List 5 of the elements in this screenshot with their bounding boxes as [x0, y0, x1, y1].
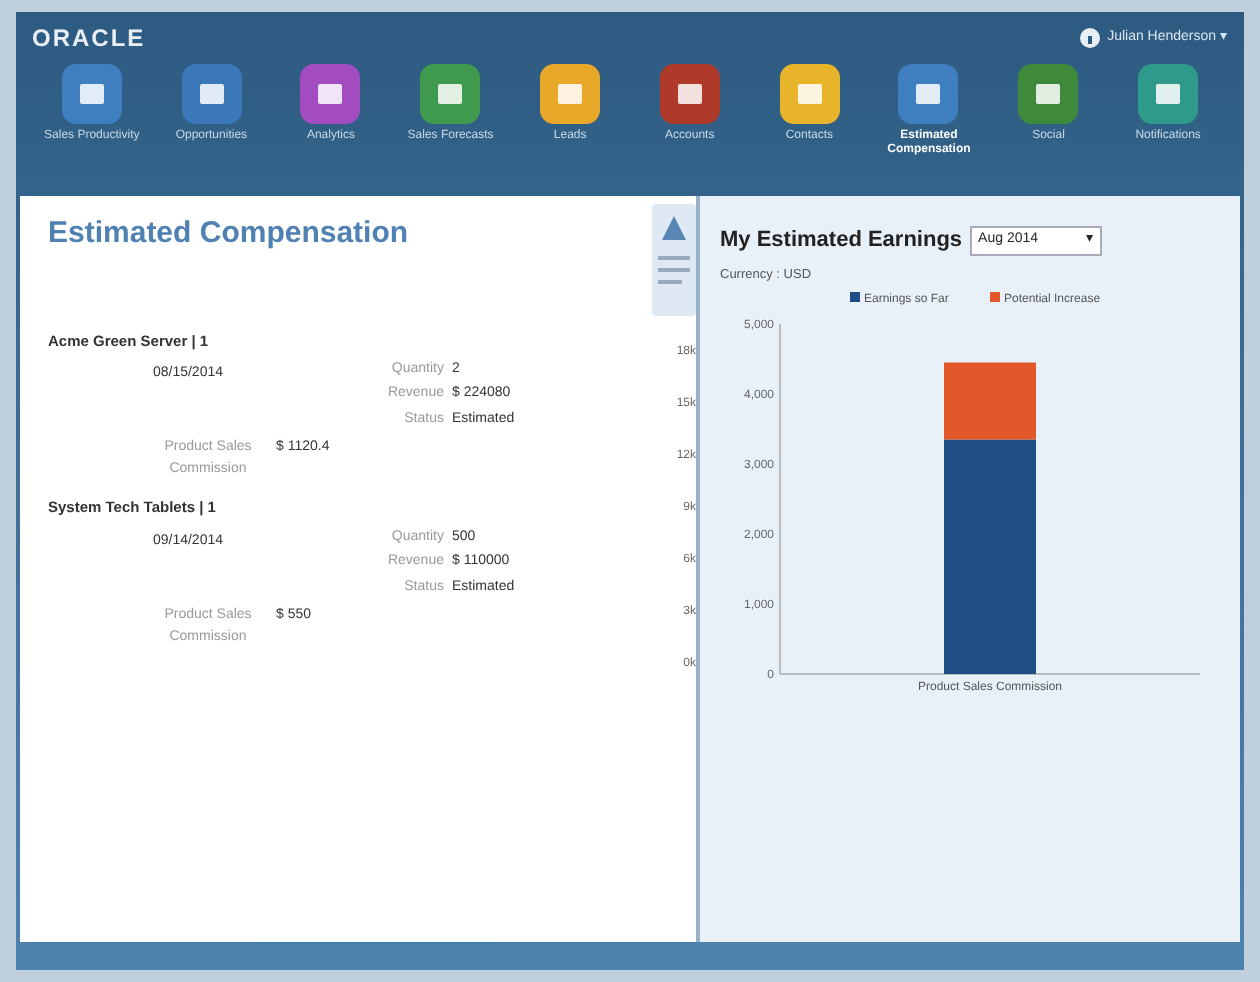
- panel-title: Estimated Compensation: [48, 214, 411, 254]
- help-icon[interactable]: [1079, 28, 1100, 48]
- logo: ORACLE: [32, 22, 146, 56]
- chart-toggle-icon[interactable]: [652, 204, 696, 316]
- panel-title: My Estimated Earnings: [720, 226, 963, 256]
